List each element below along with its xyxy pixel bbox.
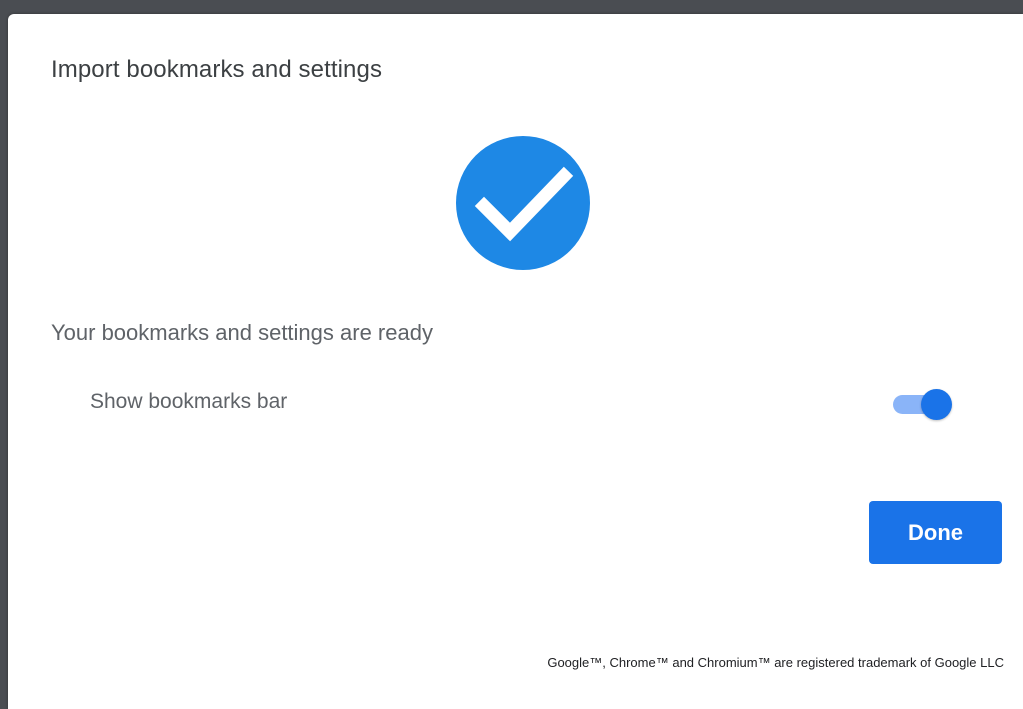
toggle-knob [921,389,952,420]
check-circle-icon [456,136,590,270]
done-button[interactable]: Done [869,501,1002,564]
dialog-title: Import bookmarks and settings [51,56,383,83]
trademark-footer: Google™, Chrome™ and Chromium™ are regis… [547,655,1004,670]
show-bookmarks-bar-toggle[interactable] [892,388,954,420]
status-text: Your bookmarks and settings are ready [51,320,433,345]
import-dialog: Import bookmarks and settings Your bookm… [8,14,1023,709]
show-bookmarks-bar-label: Show bookmarks bar [90,390,288,413]
show-bookmarks-bar-row: Show bookmarks bar [90,385,970,423]
checkmark-icon [474,166,574,242]
